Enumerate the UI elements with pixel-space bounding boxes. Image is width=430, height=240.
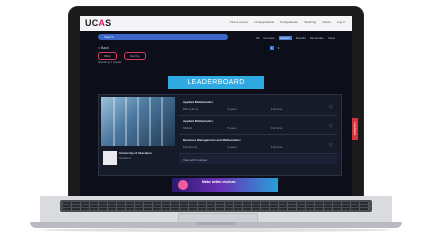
course-duration: 5 years — [227, 126, 237, 130]
course-row[interactable]: Applied Mathematics BSc (Hons) 4 years F… — [179, 97, 337, 116]
course-qualification: BSc (Hons) — [183, 107, 199, 111]
view-all-courses-row[interactable]: View all 3 courses — [179, 155, 337, 164]
building-detail — [113, 97, 115, 146]
nav-item[interactable]: Postgraduate — [280, 20, 298, 24]
top-bar: UCAS Find a course Undergraduate Postgra… — [80, 16, 352, 31]
laptop-screen: UCAS Find a course Undergraduate Postgra… — [80, 16, 352, 196]
lid-opening-notch — [196, 222, 236, 225]
subnav-item-selected[interactable]: Events — [278, 36, 292, 40]
view-all-courses-link[interactable]: View all 3 courses — [183, 158, 207, 162]
leaderboard-banner: LEADERBOARD — [168, 76, 264, 89]
nav-item[interactable]: Teaching — [304, 20, 316, 24]
laptop-shadow — [40, 228, 392, 232]
nav-item[interactable]: Log in — [337, 20, 345, 24]
favourite-heart-icon[interactable]: ♡ — [329, 143, 333, 149]
nav-item[interactable]: Advice — [322, 20, 331, 24]
results-summary: Showing 1 results — [98, 60, 122, 64]
course-study-mode: Full time — [271, 126, 283, 130]
logo-uc: UC — [85, 18, 99, 28]
sub-nav: All Courses Events Results Favourites Cl… — [256, 36, 335, 40]
key-row — [63, 205, 369, 207]
logo-s: S — [105, 18, 112, 28]
course-study-mode: Full time — [271, 145, 283, 149]
key-row — [63, 208, 369, 210]
building-detail — [161, 97, 163, 146]
promo-text: Make better choices — [202, 180, 236, 184]
course-qualification: MA (Hons) — [183, 145, 198, 149]
course-title[interactable]: Applied Mathematics — [183, 119, 213, 123]
subnav-item[interactable]: Results — [296, 36, 306, 40]
building-detail — [137, 97, 139, 146]
favourite-heart-icon[interactable]: ♡ — [329, 105, 333, 111]
building-detail — [125, 97, 127, 146]
search-placeholder: Search — [104, 35, 114, 39]
campus-building-image — [101, 97, 175, 146]
filter-chip[interactable]: Filter — [98, 52, 117, 60]
pagination: 1 2 — [270, 46, 279, 50]
course-row[interactable]: Applied Mathematics MMath 5 years Full t… — [179, 116, 337, 135]
promo-graphic — [178, 180, 188, 190]
provider-name[interactable]: University of Aberdeen — [119, 151, 152, 155]
course-row[interactable]: Business Management and Mathematics MA (… — [179, 135, 337, 154]
course-qualification: MMath — [183, 126, 193, 130]
ucas-logo[interactable]: UCAS — [85, 18, 111, 28]
course-title[interactable]: Applied Mathematics — [183, 100, 213, 104]
nav-item[interactable]: Find a course — [230, 20, 248, 24]
leaderboard-label: LEADERBOARD — [187, 79, 245, 86]
main-nav: Find a course Undergraduate Postgraduate… — [230, 20, 345, 24]
promo-banner[interactable]: Make better choices — [172, 178, 278, 192]
course-duration: 4 years — [227, 107, 237, 111]
course-title[interactable]: Business Management and Mathematics — [183, 138, 241, 142]
building-detail — [149, 97, 151, 146]
sort-chip[interactable]: Sort by — [124, 52, 146, 60]
subnav-item[interactable]: All — [256, 36, 259, 40]
course-study-mode: Full time — [271, 107, 283, 111]
provider-card[interactable]: University of Aberdeen Scotland Applied … — [98, 94, 342, 176]
provider-location: Scotland — [119, 156, 131, 160]
page-number[interactable]: 2 — [278, 46, 280, 50]
subnav-item[interactable]: Courses — [263, 36, 274, 40]
back-link[interactable]: < Back — [98, 46, 109, 50]
key-row — [63, 202, 369, 204]
search-input[interactable]: Search — [98, 34, 228, 40]
feedback-tab[interactable]: Feedback — [352, 118, 358, 140]
subnav-item[interactable]: Favourites — [310, 36, 324, 40]
page-number-active[interactable]: 1 — [270, 46, 274, 50]
nav-item[interactable]: Undergraduate — [254, 20, 274, 24]
course-duration: 4 years — [227, 145, 237, 149]
university-logo — [103, 151, 117, 165]
favourite-heart-icon[interactable]: ♡ — [329, 124, 333, 130]
subnav-item[interactable]: Clear — [328, 36, 335, 40]
